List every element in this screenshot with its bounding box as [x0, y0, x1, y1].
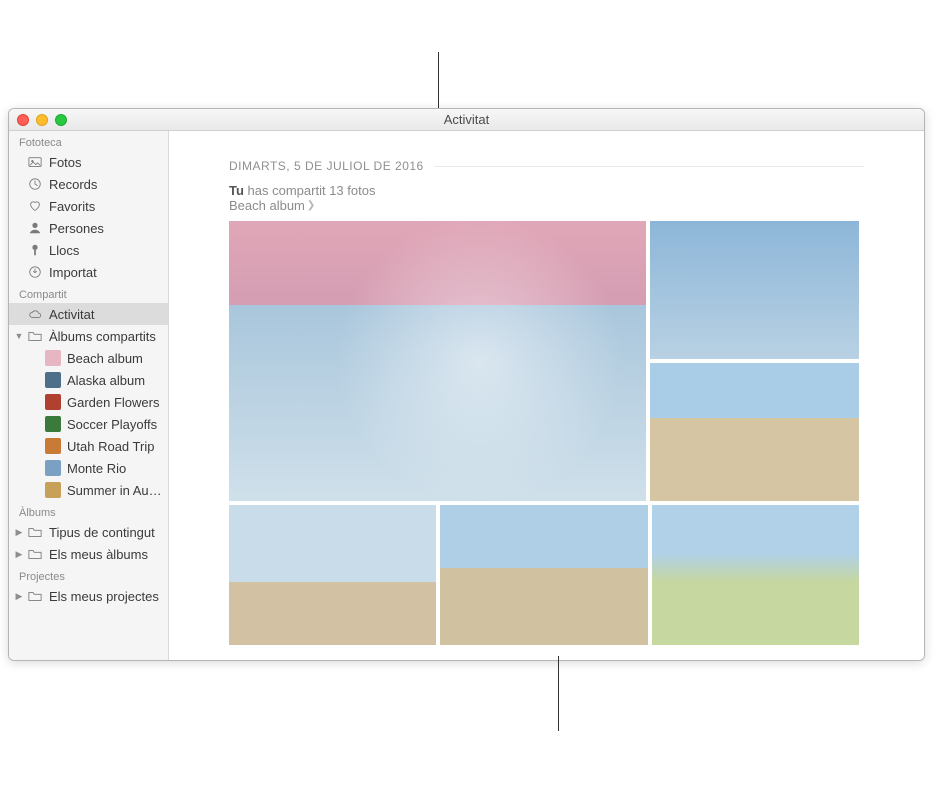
sidebar-item-label: Monte Rio: [67, 461, 126, 476]
sidebar-item-persones[interactable]: Persones: [9, 217, 168, 239]
sidebar-item-label: Garden Flowers: [67, 395, 159, 410]
sidebar-item-records[interactable]: Records: [9, 173, 168, 195]
album-name: Beach album: [229, 198, 305, 213]
sidebar-album-monte-rio[interactable]: Monte Rio: [9, 457, 168, 479]
sidebar-item-label: Summer in Aus…: [67, 483, 162, 498]
photo-thumbnail[interactable]: [650, 363, 859, 501]
folder-icon: [27, 524, 43, 540]
sidebar-item-label: Utah Road Trip: [67, 439, 154, 454]
sidebar-album-soccer-playoffs[interactable]: Soccer Playoffs: [9, 413, 168, 435]
divider: [434, 166, 864, 167]
sidebar-item-label: Importat: [49, 265, 97, 280]
album-thumbnail: [45, 482, 61, 498]
disclosure-closed-icon[interactable]: ▶: [15, 550, 23, 558]
photo-thumbnail[interactable]: [229, 221, 646, 501]
album-link[interactable]: Beach album ❯: [229, 198, 315, 213]
sidebar: Fototeca Fotos Records Favorits Persones Lloc…: [9, 131, 169, 660]
sidebar-item-label: Tipus de contingut: [49, 525, 155, 540]
photo-thumbnail[interactable]: [440, 505, 647, 645]
sidebar-section-header: Projectes: [9, 565, 168, 585]
photo-grid-row: [229, 505, 859, 645]
sidebar-item-favorits[interactable]: Favorits: [9, 195, 168, 217]
folder-icon: [27, 546, 43, 562]
sidebar-item-label: Els meus projectes: [49, 589, 159, 604]
chevron-right-icon: ❯: [307, 200, 315, 211]
share-summary: Tu has compartit 13 fotos: [229, 183, 864, 198]
photos-icon: [27, 154, 43, 170]
sidebar-item--lbums-compartits[interactable]: ▼ Àlbums compartits: [9, 325, 168, 347]
clock-icon: [27, 176, 43, 192]
disclosure-closed-icon[interactable]: ▶: [15, 528, 23, 536]
photo-thumbnail[interactable]: [650, 221, 859, 359]
sidebar-item-label: Persones: [49, 221, 104, 236]
sidebar-item-label: Records: [49, 177, 97, 192]
pin-icon: [27, 242, 43, 258]
photo-grid: [229, 221, 859, 501]
sidebar-section-header: Compartit: [9, 283, 168, 303]
folder-icon: [27, 328, 43, 344]
photo-thumbnail[interactable]: [229, 505, 436, 645]
sidebar-item-label: Els meus àlbums: [49, 547, 148, 562]
share-author: Tu: [229, 183, 244, 198]
sidebar-item-fotos[interactable]: Fotos: [9, 151, 168, 173]
app-window: Activitat Fototeca Fotos Records Favorits Pe…: [8, 108, 925, 661]
album-thumbnail: [45, 350, 61, 366]
share-text: has compartit 13 fotos: [248, 183, 376, 198]
sidebar-section-header: Àlbums: [9, 501, 168, 521]
album-thumbnail: [45, 372, 61, 388]
sidebar-item-label: Alaska album: [67, 373, 145, 388]
sidebar-album-summer-in-aus-[interactable]: Summer in Aus…: [9, 479, 168, 501]
person-icon: [27, 220, 43, 236]
sidebar-item-llocs[interactable]: Llocs: [9, 239, 168, 261]
album-thumbnail: [45, 416, 61, 432]
sidebar-item-label: Activitat: [49, 307, 95, 322]
sidebar-album-garden-flowers[interactable]: Garden Flowers: [9, 391, 168, 413]
album-thumbnail: [45, 438, 61, 454]
photo-thumbnail[interactable]: [652, 505, 859, 645]
cloud-icon: [27, 306, 43, 322]
window-title: Activitat: [9, 112, 924, 127]
import-icon: [27, 264, 43, 280]
album-thumbnail: [45, 460, 61, 476]
folder-icon: [27, 588, 43, 604]
heart-icon: [27, 198, 43, 214]
sidebar-item-activitat[interactable]: Activitat: [9, 303, 168, 325]
sidebar-album-alaska-album[interactable]: Alaska album: [9, 369, 168, 391]
main-content: DIMARTS, 5 DE JULIOL DE 2016 Tu has comp…: [169, 131, 924, 660]
sidebar-item-tipus-de-contingut[interactable]: ▶ Tipus de contingut: [9, 521, 168, 543]
sidebar-item-label: Favorits: [49, 199, 95, 214]
sidebar-item-els-meus-projectes[interactable]: ▶ Els meus projectes: [9, 585, 168, 607]
sidebar-item-els-meus-lbums[interactable]: ▶ Els meus àlbums: [9, 543, 168, 565]
disclosure-closed-icon[interactable]: ▶: [15, 592, 23, 600]
activity-date-header: DIMARTS, 5 DE JULIOL DE 2016: [229, 159, 864, 173]
sidebar-item-label: Soccer Playoffs: [67, 417, 157, 432]
sidebar-album-utah-road-trip[interactable]: Utah Road Trip: [9, 435, 168, 457]
sidebar-album-beach-album[interactable]: Beach album: [9, 347, 168, 369]
sidebar-item-label: Fotos: [49, 155, 82, 170]
activity-date: DIMARTS, 5 DE JULIOL DE 2016: [229, 159, 424, 173]
disclosure-open-icon[interactable]: ▼: [15, 332, 23, 340]
sidebar-section-header: Fototeca: [9, 131, 168, 151]
sidebar-item-label: Beach album: [67, 351, 143, 366]
sidebar-item-label: Àlbums compartits: [49, 329, 156, 344]
title-bar: Activitat: [9, 109, 924, 131]
album-thumbnail: [45, 394, 61, 410]
callout-line-bottom: [558, 656, 559, 731]
sidebar-item-importat[interactable]: Importat: [9, 261, 168, 283]
sidebar-item-label: Llocs: [49, 243, 79, 258]
